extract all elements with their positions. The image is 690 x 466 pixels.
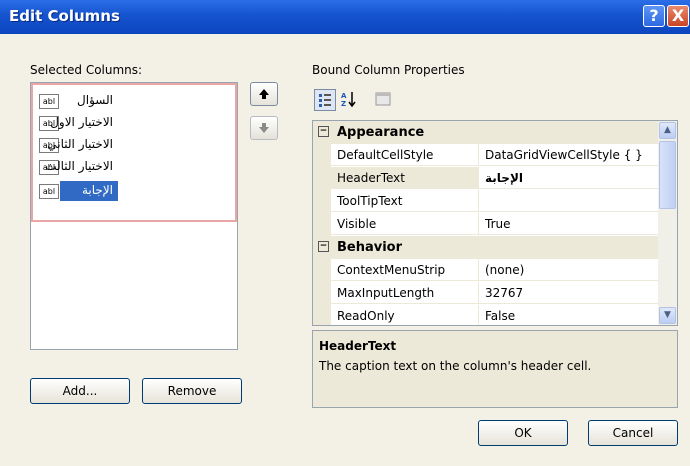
- property-row[interactable]: ToolTipText: [313, 190, 658, 213]
- category-name: Appearance: [337, 125, 425, 140]
- property-name: ContextMenuStrip: [331, 259, 479, 281]
- bound-column-properties-label: Bound Column Properties: [312, 63, 465, 77]
- property-name: Visible: [331, 213, 479, 235]
- property-name: ToolTipText: [331, 190, 479, 212]
- property-pages-icon[interactable]: [372, 89, 394, 111]
- arrow-down-icon: [259, 123, 269, 133]
- property-name: DefaultCellStyle: [331, 144, 479, 166]
- category-appearance[interactable]: − Appearance: [313, 121, 658, 144]
- move-down-button[interactable]: [250, 116, 278, 140]
- collapse-icon[interactable]: −: [318, 241, 329, 252]
- window-title: Edit Columns: [9, 7, 120, 25]
- list-item-label: السؤال: [77, 93, 113, 107]
- edit-columns-dialog: Edit Columns ? X Selected Columns: abl ا…: [0, 0, 690, 466]
- property-grid-scrollbar[interactable]: ▲ ▼: [658, 121, 677, 325]
- property-value[interactable]: True: [479, 213, 658, 235]
- property-value[interactable]: 32767: [479, 282, 658, 304]
- svg-text:Z: Z: [341, 100, 346, 108]
- ok-button[interactable]: OK: [478, 420, 568, 446]
- collapse-icon[interactable]: −: [318, 126, 329, 137]
- category-name: Behavior: [337, 240, 403, 255]
- property-row[interactable]: DefaultCellStyle DataGridViewCellStyle {…: [313, 144, 658, 167]
- remove-button[interactable]: Remove: [142, 378, 242, 404]
- list-item-selected[interactable]: abl الإجابة: [35, 181, 231, 201]
- list-item-label: الاختيار الاول: [50, 115, 113, 129]
- textbox-column-icon: abl: [39, 94, 59, 109]
- property-value[interactable]: False: [479, 305, 658, 325]
- property-row-selected[interactable]: HeaderText الإجابة: [313, 167, 658, 190]
- svg-text:A: A: [341, 92, 347, 100]
- textbox-column-icon: abl: [39, 184, 59, 199]
- list-item-label: الإجابة: [81, 183, 113, 197]
- list-item[interactable]: abl السؤال: [35, 91, 231, 111]
- property-row[interactable]: Visible True: [313, 213, 658, 236]
- scrollbar-thumb[interactable]: [659, 141, 676, 209]
- close-button[interactable]: X: [667, 5, 689, 27]
- selected-columns-list[interactable]: abl السؤال abl الاختيار الاول abl الاختي…: [30, 82, 238, 350]
- property-row[interactable]: MaxInputLength 32767: [313, 282, 658, 305]
- list-item-label: الاختيار الثاني: [47, 137, 113, 151]
- list-item[interactable]: abl الاختيار الثالث: [35, 157, 231, 177]
- category-behavior[interactable]: − Behavior: [313, 236, 658, 259]
- scroll-up-icon[interactable]: ▲: [659, 122, 676, 139]
- cancel-button[interactable]: Cancel: [588, 420, 678, 446]
- selected-columns-label: Selected Columns:: [30, 63, 143, 77]
- categorized-icon[interactable]: [314, 89, 336, 111]
- property-value[interactable]: (none): [479, 259, 658, 281]
- list-item[interactable]: abl الاختيار الاول: [35, 113, 231, 133]
- property-value[interactable]: الإجابة: [479, 167, 658, 189]
- property-row[interactable]: ReadOnly False: [313, 305, 658, 325]
- property-name: MaxInputLength: [331, 282, 479, 304]
- property-value[interactable]: [479, 190, 658, 212]
- description-text: The caption text on the column's header …: [319, 359, 592, 373]
- property-row[interactable]: ContextMenuStrip (none): [313, 259, 658, 282]
- move-up-button[interactable]: [250, 82, 278, 106]
- alphabetical-icon[interactable]: AZ: [338, 89, 360, 111]
- arrow-up-icon: [259, 89, 269, 99]
- property-name: ReadOnly: [331, 305, 479, 325]
- title-bar: Edit Columns ? X: [0, 0, 690, 34]
- list-item-label: الاختيار الثالث: [45, 159, 113, 173]
- description-title: HeaderText: [319, 339, 397, 353]
- property-grid[interactable]: − Appearance DefaultCellStyle DataGridVi…: [312, 120, 678, 326]
- add-button[interactable]: Add...: [30, 378, 130, 404]
- description-panel: HeaderText The caption text on the colum…: [312, 330, 678, 408]
- scroll-down-icon[interactable]: ▼: [659, 307, 676, 324]
- property-name: HeaderText: [331, 167, 479, 189]
- list-item[interactable]: abl الاختيار الثاني: [35, 135, 231, 155]
- property-value[interactable]: DataGridViewCellStyle { }: [479, 144, 658, 166]
- help-button[interactable]: ?: [643, 5, 665, 27]
